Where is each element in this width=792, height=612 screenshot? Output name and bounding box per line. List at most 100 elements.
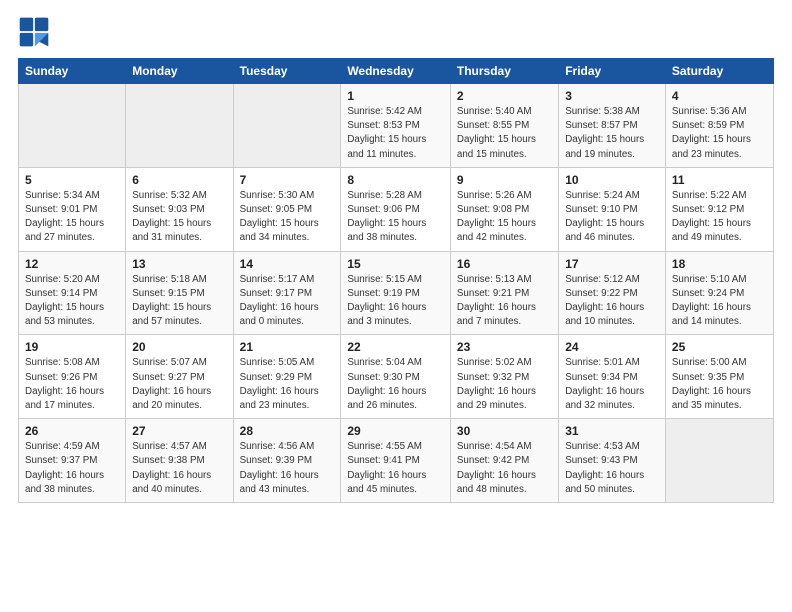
calendar-day-cell: 2Sunrise: 5:40 AMSunset: 8:55 PMDaylight… [450, 84, 558, 168]
day-detail: Sunrise: 5:02 AMSunset: 9:32 PMDaylight:… [457, 356, 552, 413]
day-number: 16 [457, 257, 552, 271]
weekday-header-cell: Monday [126, 59, 233, 84]
day-number: 25 [672, 340, 767, 354]
day-detail: Sunrise: 5:26 AMSunset: 9:08 PMDaylight:… [457, 189, 552, 246]
weekday-header-cell: Sunday [19, 59, 126, 84]
day-number: 9 [457, 173, 552, 187]
calendar-day-cell: 15 Sunrise: 5:15 AMSunset: 9:19 PMDayligh… [341, 251, 451, 335]
weekday-header-cell: Saturday [665, 59, 773, 84]
day-detail: Sunrise: 4:55 AMSunset: 9:41 PMDaylight:… [347, 440, 444, 497]
calendar-week-row: 26Sunrise: 4:59 AMSunset: 9:37 PMDayligh… [19, 419, 774, 503]
calendar-day-cell: 7 Sunrise: 5:30 AMSunset: 9:05 PMDaylight… [233, 167, 341, 251]
day-number: 26 [25, 424, 119, 438]
day-number: 17 [565, 257, 659, 271]
header [18, 16, 774, 48]
calendar-day-cell: 31 Sunrise: 4:53 AMSunset: 9:43 PMDayligh… [559, 419, 666, 503]
calendar-week-row: 5 Sunrise: 5:34 AMSunset: 9:01 PMDaylight… [19, 167, 774, 251]
calendar-day-cell [19, 84, 126, 168]
day-number: 7 [240, 173, 335, 187]
day-number: 18 [672, 257, 767, 271]
weekday-header-cell: Wednesday [341, 59, 451, 84]
calendar-day-cell: 22Sunrise: 5:04 AMSunset: 9:30 PMDayligh… [341, 335, 451, 419]
day-detail: Sunrise: 5:12 AMSunset: 9:22 PMDaylight:… [565, 273, 659, 330]
day-number: 11 [672, 173, 767, 187]
day-detail: Sunrise: 4:54 AMSunset: 9:42 PMDaylight:… [457, 440, 552, 497]
day-number: 2 [457, 89, 552, 103]
day-number: 24 [565, 340, 659, 354]
day-number: 12 [25, 257, 119, 271]
day-detail: Sunrise: 4:53 AMSunset: 9:43 PMDaylight:… [565, 440, 659, 497]
calendar-day-cell: 8 Sunrise: 5:28 AMSunset: 9:06 PMDaylight… [341, 167, 451, 251]
calendar-day-cell: 3Sunrise: 5:38 AMSunset: 8:57 PMDaylight… [559, 84, 666, 168]
day-detail: Sunrise: 5:01 AMSunset: 9:34 PMDaylight:… [565, 356, 659, 413]
calendar-day-cell: 18 Sunrise: 5:10 AMSunset: 9:24 PMDayligh… [665, 251, 773, 335]
day-detail: Sunrise: 5:04 AMSunset: 9:30 PMDaylight:… [347, 356, 444, 413]
calendar-week-row: 1Sunrise: 5:42 AMSunset: 8:53 PMDaylight… [19, 84, 774, 168]
calendar-day-cell: 14 Sunrise: 5:17 AMSunset: 9:17 PMDayligh… [233, 251, 341, 335]
calendar-day-cell: 1Sunrise: 5:42 AMSunset: 8:53 PMDaylight… [341, 84, 451, 168]
day-detail: Sunrise: 5:18 AMSunset: 9:15 PMDaylight:… [132, 273, 226, 330]
calendar-day-cell: 10Sunrise: 5:24 AMSunset: 9:10 PMDayligh… [559, 167, 666, 251]
day-detail: Sunrise: 4:57 AMSunset: 9:38 PMDaylight:… [132, 440, 226, 497]
day-detail: Sunrise: 5:22 AMSunset: 9:12 PMDaylight:… [672, 189, 767, 246]
day-number: 8 [347, 173, 444, 187]
day-detail: Sunrise: 5:34 AMSunset: 9:01 PMDaylight:… [25, 189, 119, 246]
day-detail: Sunrise: 5:30 AMSunset: 9:05 PMDaylight:… [240, 189, 335, 246]
page: SundayMondayTuesdayWednesdayThursdayFrid… [0, 0, 792, 612]
day-number: 15 [347, 257, 444, 271]
day-number: 30 [457, 424, 552, 438]
calendar-day-cell: 13 Sunrise: 5:18 AMSunset: 9:15 PMDayligh… [126, 251, 233, 335]
calendar-day-cell: 12 Sunrise: 5:20 AMSunset: 9:14 PMDayligh… [19, 251, 126, 335]
day-detail: Sunrise: 5:28 AMSunset: 9:06 PMDaylight:… [347, 189, 444, 246]
weekday-header-cell: Thursday [450, 59, 558, 84]
calendar-day-cell: 29 Sunrise: 4:55 AMSunset: 9:41 PMDayligh… [341, 419, 451, 503]
calendar-day-cell: 16 Sunrise: 5:13 AMSunset: 9:21 PMDayligh… [450, 251, 558, 335]
calendar-day-cell: 30 Sunrise: 4:54 AMSunset: 9:42 PMDayligh… [450, 419, 558, 503]
calendar-day-cell [665, 419, 773, 503]
day-number: 5 [25, 173, 119, 187]
calendar-body: 1Sunrise: 5:42 AMSunset: 8:53 PMDaylight… [19, 84, 774, 503]
day-number: 6 [132, 173, 226, 187]
calendar-day-cell: 25 Sunrise: 5:00 AMSunset: 9:35 PMDayligh… [665, 335, 773, 419]
day-detail: Sunrise: 5:13 AMSunset: 9:21 PMDaylight:… [457, 273, 552, 330]
calendar-day-cell: 4 Sunrise: 5:36 AMSunset: 8:59 PMDaylight… [665, 84, 773, 168]
day-number: 10 [565, 173, 659, 187]
day-number: 4 [672, 89, 767, 103]
calendar-day-cell [233, 84, 341, 168]
day-number: 28 [240, 424, 335, 438]
day-detail: Sunrise: 5:20 AMSunset: 9:14 PMDaylight:… [25, 273, 119, 330]
day-detail: Sunrise: 5:00 AMSunset: 9:35 PMDaylight:… [672, 356, 767, 413]
calendar-day-cell: 9 Sunrise: 5:26 AMSunset: 9:08 PMDaylight… [450, 167, 558, 251]
calendar-day-cell: 26Sunrise: 4:59 AMSunset: 9:37 PMDayligh… [19, 419, 126, 503]
day-detail: Sunrise: 5:32 AMSunset: 9:03 PMDaylight:… [132, 189, 226, 246]
day-number: 19 [25, 340, 119, 354]
calendar-day-cell: 19Sunrise: 5:08 AMSunset: 9:26 PMDayligh… [19, 335, 126, 419]
weekday-header-cell: Friday [559, 59, 666, 84]
weekday-header-row: SundayMondayTuesdayWednesdayThursdayFrid… [19, 59, 774, 84]
day-detail: Sunrise: 5:15 AMSunset: 9:19 PMDaylight:… [347, 273, 444, 330]
day-detail: Sunrise: 5:10 AMSunset: 9:24 PMDaylight:… [672, 273, 767, 330]
day-number: 23 [457, 340, 552, 354]
calendar-day-cell: 5 Sunrise: 5:34 AMSunset: 9:01 PMDaylight… [19, 167, 126, 251]
day-number: 3 [565, 89, 659, 103]
calendar-day-cell [126, 84, 233, 168]
day-detail: Sunrise: 5:36 AMSunset: 8:59 PMDaylight:… [672, 105, 767, 162]
day-number: 14 [240, 257, 335, 271]
calendar-day-cell: 11 Sunrise: 5:22 AMSunset: 9:12 PMDayligh… [665, 167, 773, 251]
day-detail: Sunrise: 5:05 AMSunset: 9:29 PMDaylight:… [240, 356, 335, 413]
calendar-table: SundayMondayTuesdayWednesdayThursdayFrid… [18, 58, 774, 503]
day-number: 29 [347, 424, 444, 438]
calendar-week-row: 19Sunrise: 5:08 AMSunset: 9:26 PMDayligh… [19, 335, 774, 419]
calendar-week-row: 12 Sunrise: 5:20 AMSunset: 9:14 PMDayligh… [19, 251, 774, 335]
logo [18, 16, 54, 48]
calendar-day-cell: 21Sunrise: 5:05 AMSunset: 9:29 PMDayligh… [233, 335, 341, 419]
calendar-day-cell: 23 Sunrise: 5:02 AMSunset: 9:32 PMDayligh… [450, 335, 558, 419]
day-detail: Sunrise: 5:17 AMSunset: 9:17 PMDaylight:… [240, 273, 335, 330]
day-number: 31 [565, 424, 659, 438]
calendar-day-cell: 24 Sunrise: 5:01 AMSunset: 9:34 PMDayligh… [559, 335, 666, 419]
calendar-day-cell: 17 Sunrise: 5:12 AMSunset: 9:22 PMDayligh… [559, 251, 666, 335]
day-number: 13 [132, 257, 226, 271]
day-detail: Sunrise: 5:07 AMSunset: 9:27 PMDaylight:… [132, 356, 226, 413]
day-number: 20 [132, 340, 226, 354]
logo-icon [18, 16, 50, 48]
